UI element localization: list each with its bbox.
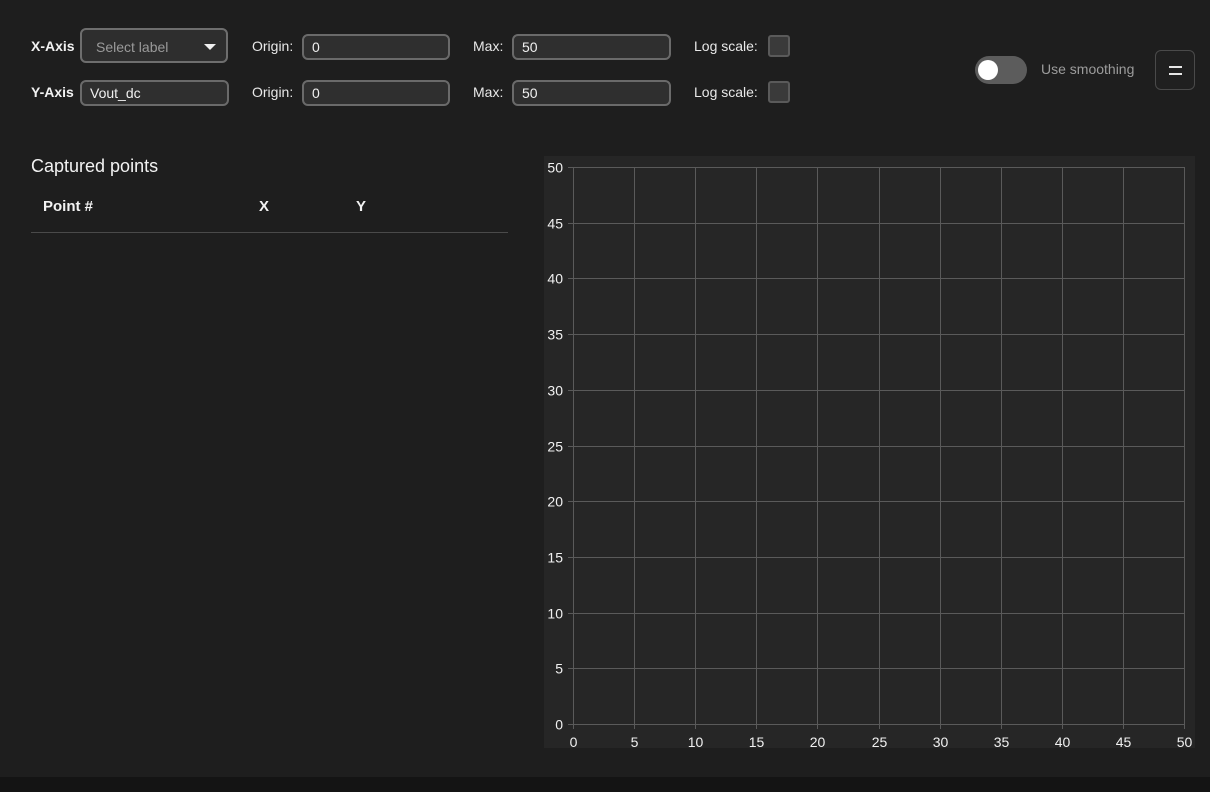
captured-points-title: Captured points [31, 156, 159, 176]
column-header-y: Y [356, 198, 367, 215]
bottom-bar [0, 777, 1210, 792]
x-axis-label: X-Axis [31, 38, 75, 54]
column-header-point: Point # [43, 198, 94, 215]
y-tick-label: 40 [547, 271, 563, 287]
y-tick-label: 30 [547, 383, 563, 399]
x-max-label: Max: [473, 38, 504, 54]
x-tick-label: 25 [872, 734, 888, 748]
y-tick-label: 25 [547, 439, 563, 455]
x-log-scale-label: Log scale: [694, 38, 758, 54]
y-origin-input[interactable] [302, 80, 450, 106]
x-tick-label: 40 [1055, 734, 1071, 748]
y-tick-label: 15 [547, 550, 563, 566]
y-log-scale-checkbox[interactable] [768, 81, 790, 103]
y-max-input[interactable] [512, 80, 671, 106]
x-tick-label: 10 [688, 734, 704, 748]
x-tick-label: 30 [933, 734, 949, 748]
x-log-scale-checkbox[interactable] [768, 35, 790, 57]
chart-panel[interactable]: 0 5 10 15 20 25 30 35 40 45 50 0 5 10 15 20 25 30 35 40 45 50 [544, 156, 1195, 748]
x-tick-label: 5 [631, 734, 639, 748]
x-axis-select-placeholder: Select label [96, 39, 169, 55]
smoothing-toggle[interactable] [975, 56, 1027, 84]
y-tick-label: 10 [547, 606, 563, 622]
y-tick-label: 45 [547, 216, 563, 232]
menu-button[interactable] [1155, 50, 1195, 90]
y-tick-label: 35 [547, 327, 563, 343]
x-tick-label: 50 [1177, 734, 1193, 748]
x-tick-label: 20 [810, 734, 826, 748]
column-header-x: X [259, 198, 270, 215]
x-tick-label: 45 [1116, 734, 1132, 748]
y-axis-label: Y-Axis [31, 84, 74, 100]
x-max-input[interactable] [512, 34, 671, 60]
app-window: X-Axis Select label Origin: Max: Log sca… [0, 0, 1210, 777]
y-tick-label: 20 [547, 494, 563, 510]
x-tick-label: 0 [570, 734, 578, 748]
x-axis-label-select[interactable]: Select label [80, 28, 228, 63]
y-tick-label: 50 [547, 160, 563, 176]
table-header-divider [31, 232, 508, 233]
x-tick-label: 35 [994, 734, 1010, 748]
y-origin-label: Origin: [252, 84, 294, 100]
y-axis-label-input[interactable] [80, 80, 229, 106]
y-tick-label: 0 [555, 717, 563, 733]
chevron-down-icon [204, 44, 216, 50]
x-origin-input[interactable] [302, 34, 450, 60]
x-origin-label: Origin: [252, 38, 294, 54]
smoothing-label: Use smoothing [1041, 61, 1135, 77]
y-max-label: Max: [473, 84, 504, 100]
y-tick-label: 5 [555, 661, 563, 677]
x-tick-label: 15 [749, 734, 765, 748]
plot-area[interactable]: 0 5 10 15 20 25 30 35 40 45 50 0 5 10 15 20 25 30 35 40 45 50 [544, 156, 1195, 749]
y-log-scale-label: Log scale: [694, 84, 758, 100]
toggle-knob [978, 60, 998, 80]
